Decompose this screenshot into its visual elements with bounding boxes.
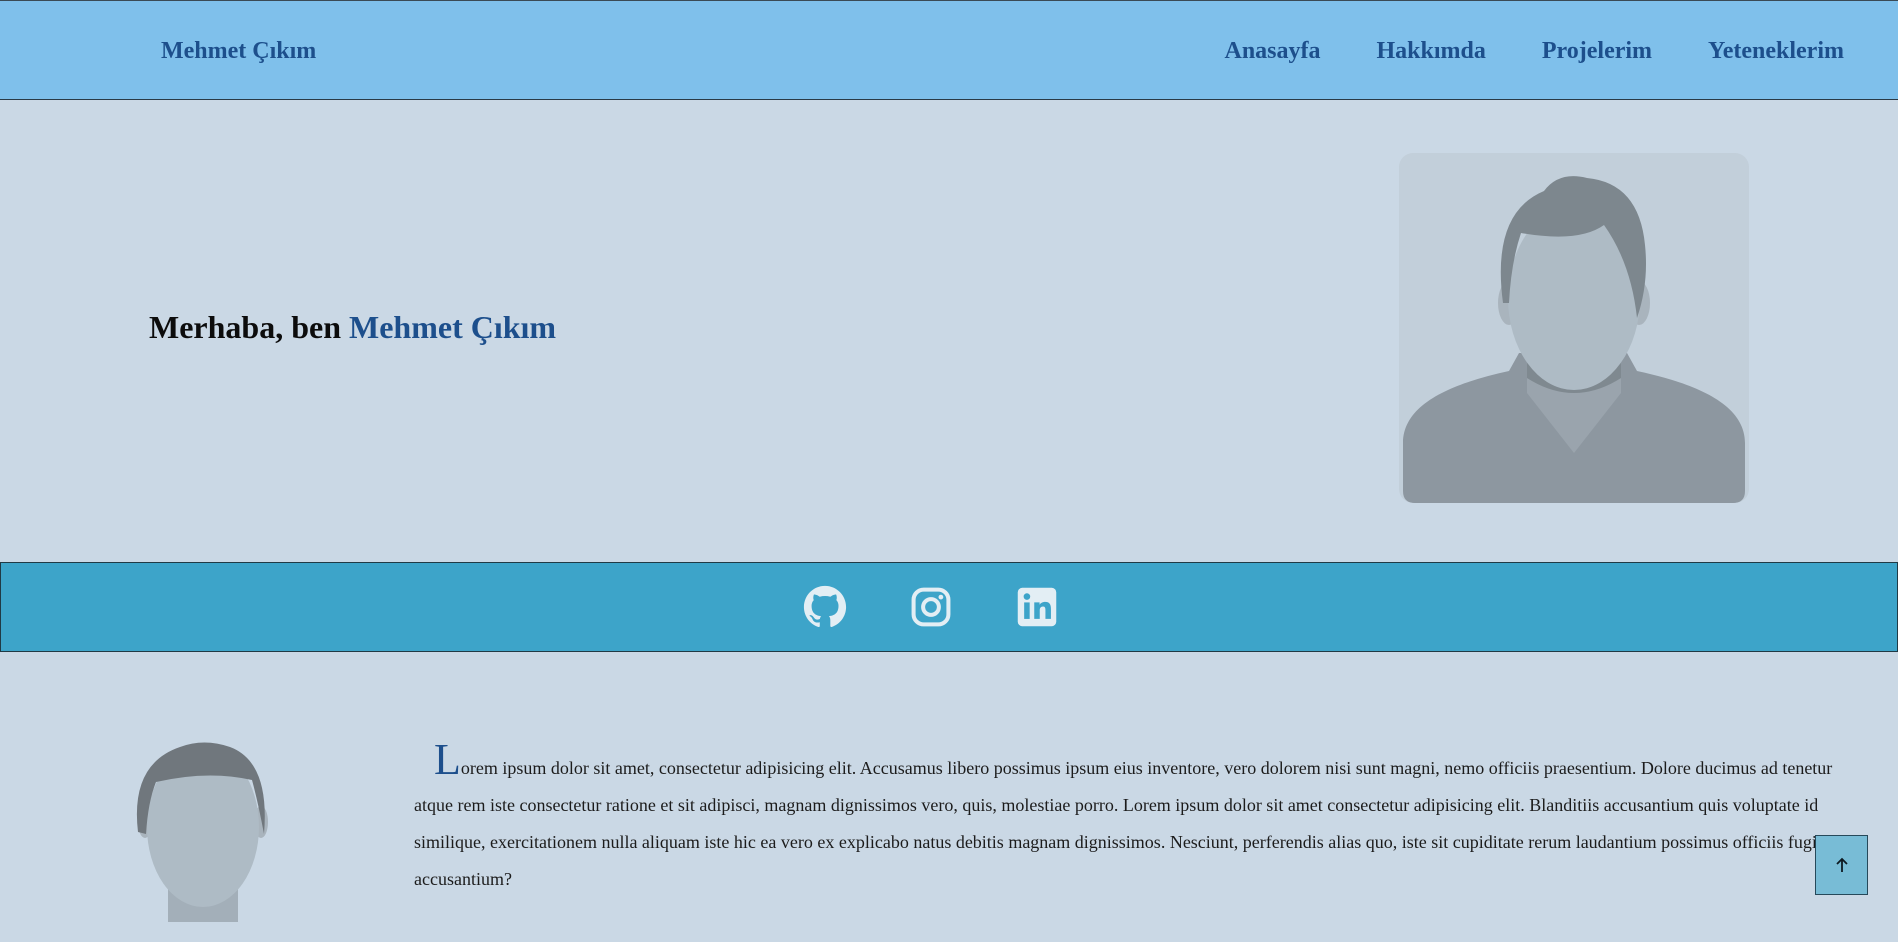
instagram-icon[interactable]	[909, 585, 953, 629]
avatar-placeholder-icon	[1399, 153, 1749, 503]
hero-greeting: Merhaba, ben	[149, 309, 341, 345]
nav-link-anasayfa[interactable]: Anasayfa	[1225, 38, 1321, 65]
dropcap-letter: L	[434, 735, 461, 784]
social-bar	[0, 562, 1898, 652]
brand-link[interactable]: Mehmet Çıkım	[161, 38, 316, 65]
back-to-top-button[interactable]	[1815, 835, 1868, 895]
arrow-up-icon	[1835, 857, 1848, 872]
about-paragraph: Lorem ipsum dolor sit amet, consectetur …	[414, 738, 1844, 898]
linkedin-icon[interactable]	[1015, 585, 1059, 629]
about-body-text: orem ipsum dolor sit amet, consectetur a…	[414, 758, 1833, 889]
about-avatar-icon	[128, 722, 278, 942]
hero-title: Merhaba, ben Mehmet Çıkım	[149, 309, 556, 346]
github-icon[interactable]	[803, 585, 847, 629]
navbar: Mehmet Çıkım Anasayfa Hakkımda Projeleri…	[0, 0, 1898, 100]
nav-links: Anasayfa Hakkımda Projelerim Yetenekleri…	[1225, 38, 1845, 65]
nav-link-projelerim[interactable]: Projelerim	[1542, 38, 1652, 65]
nav-link-hakkimda[interactable]: Hakkımda	[1377, 38, 1486, 65]
nav-link-yeteneklerim[interactable]: Yeteneklerim	[1708, 38, 1844, 65]
about-section: Lorem ipsum dolor sit amet, consectetur …	[0, 652, 1898, 925]
hero-section: Merhaba, ben Mehmet Çıkım	[0, 101, 1898, 562]
hero-name: Mehmet Çıkım	[349, 309, 557, 345]
